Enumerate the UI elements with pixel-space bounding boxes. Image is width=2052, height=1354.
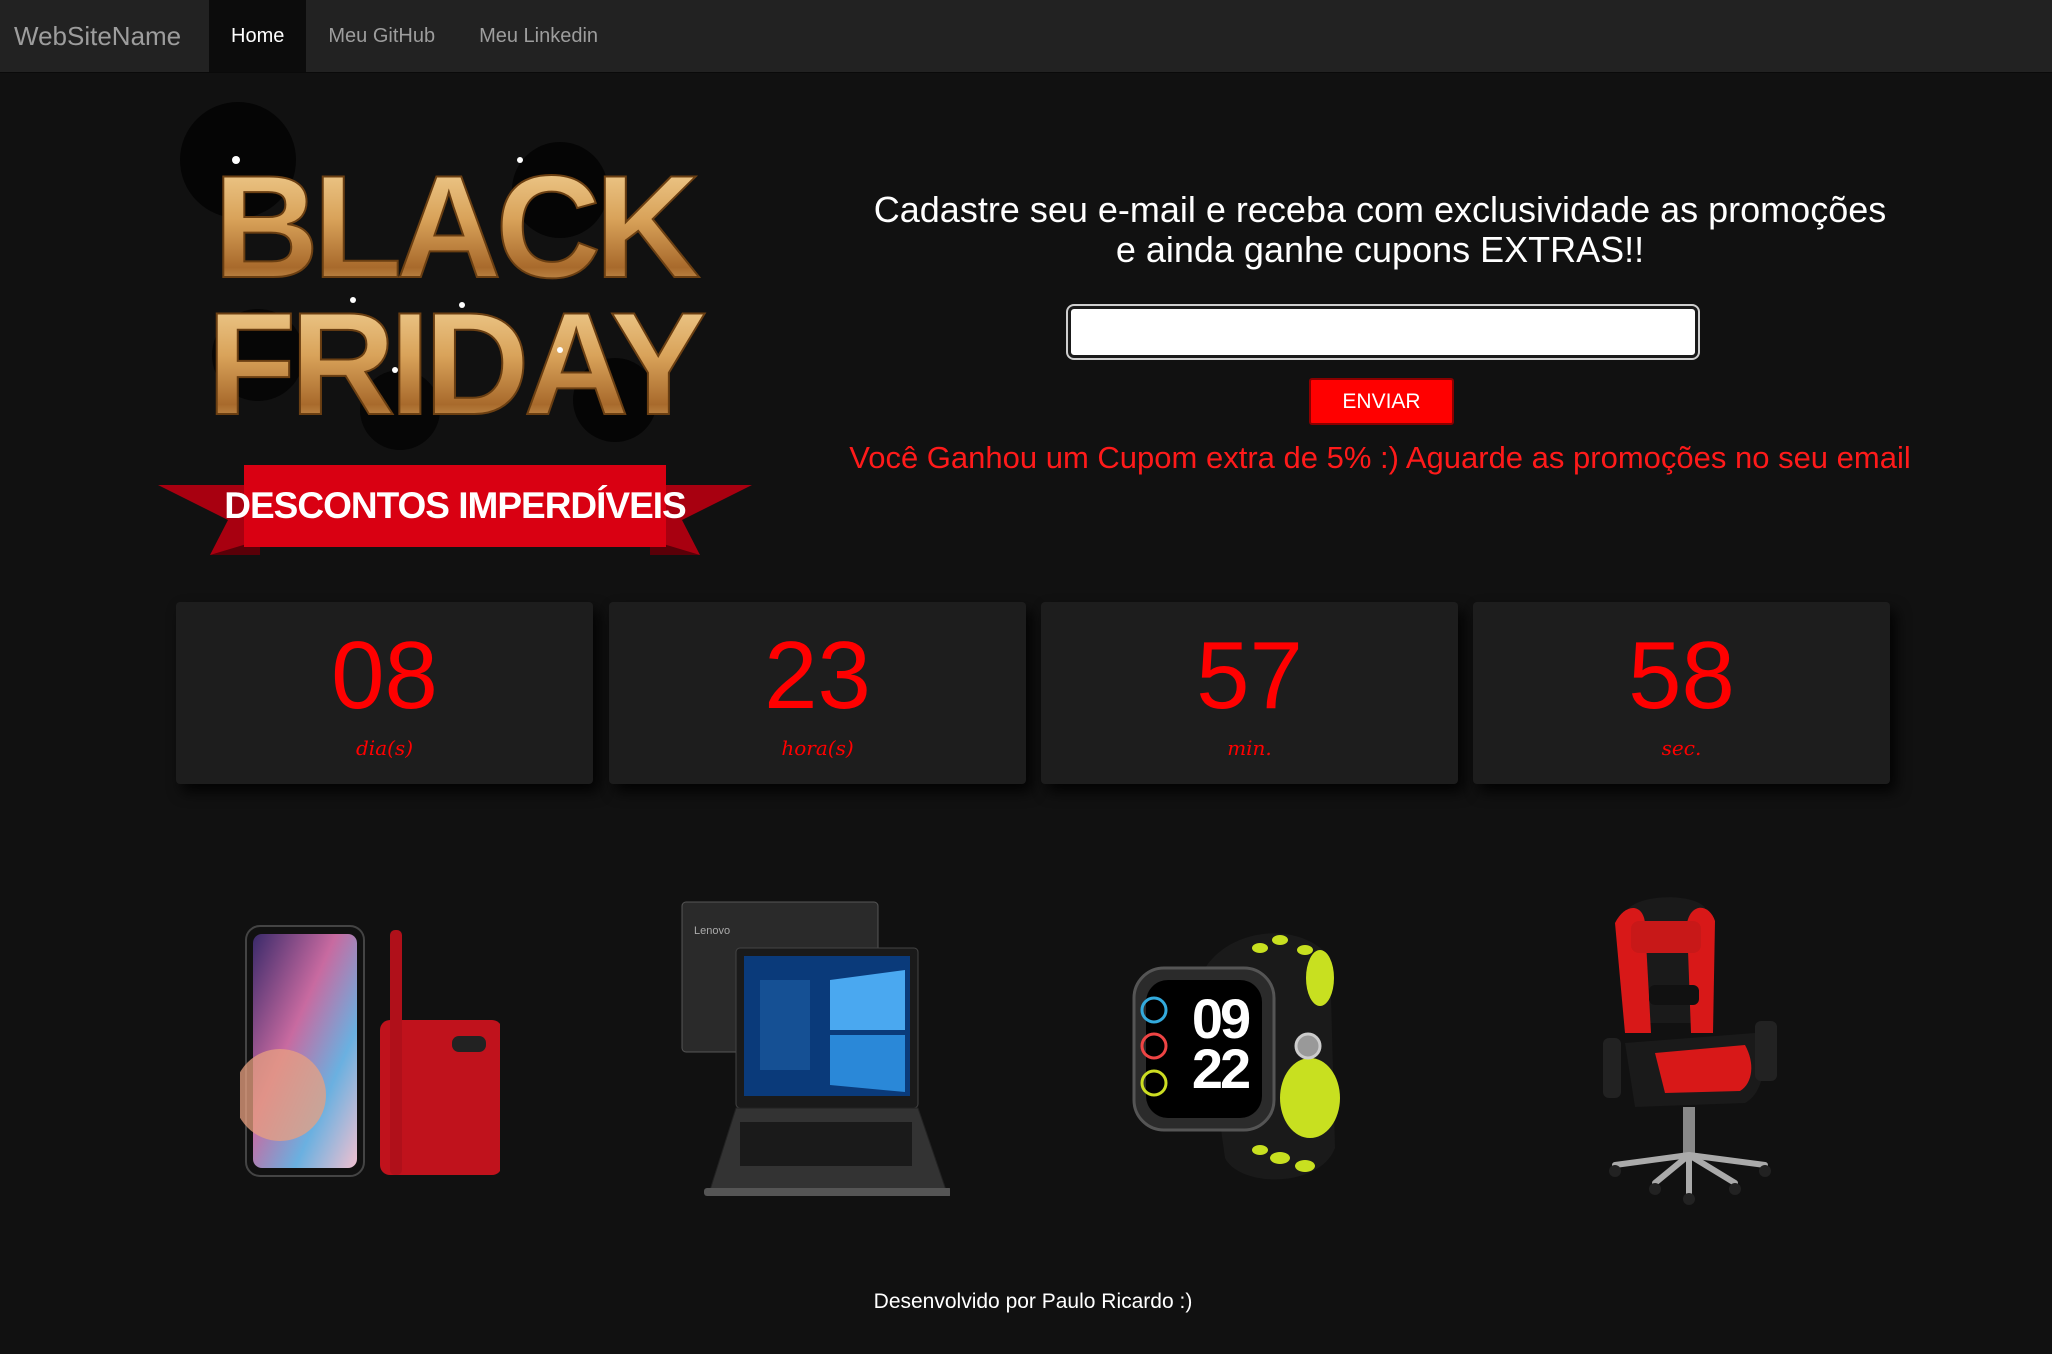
site-brand[interactable]: WebSiteName <box>0 0 209 72</box>
signup-heading-line-1: Cadastre seu e-mail e receba com exclusi… <box>873 189 1887 230</box>
countdown-days-label: dia(s) <box>356 736 413 760</box>
black-friday-logo: BLACK FRIDAY DESCONTOS IMPERDÍVEIS <box>158 102 752 555</box>
send-button[interactable]: ENVIAR <box>1309 378 1454 425</box>
laptop-product-image[interactable]: Lenovo <box>680 900 950 1200</box>
smartphone-product-image[interactable] <box>240 920 500 1180</box>
countdown-seconds-label: sec. <box>1661 736 1702 760</box>
chair-base <box>1612 1152 1768 1196</box>
countdown-seconds: 58 sec. <box>1473 602 1890 784</box>
countdown-minutes-value: 57 <box>1196 622 1303 729</box>
coupon-success-message: Você Ganhou um Cupom extra de 5% :) Agua… <box>849 440 1911 475</box>
nav-item-linkedin[interactable]: Meu Linkedin <box>457 0 620 72</box>
countdown-minutes-label: min. <box>1227 736 1272 760</box>
countdown-minutes: 57 min. <box>1041 602 1458 784</box>
nav-item-home[interactable]: Home <box>209 0 307 72</box>
countdown-days-value: 08 <box>331 622 438 729</box>
smartwatch-product-image[interactable]: 09 22 <box>1130 918 1360 1188</box>
countdown-hours-label: hora(s) <box>781 736 854 760</box>
countdown-hours-value: 23 <box>764 622 871 729</box>
watch-minutes: 22 <box>1192 1037 1249 1100</box>
footer-credits: Desenvolvido por Paulo Ricardo :) <box>873 1290 1193 1313</box>
top-navbar: WebSiteName Home Meu GitHub Meu Linkedin <box>0 0 2052 73</box>
countdown-days: 08 dia(s) <box>176 602 593 784</box>
signup-heading: Cadastre seu e-mail e receba com exclusi… <box>820 190 1940 270</box>
logo-word-friday: FRIDAY <box>207 282 706 445</box>
email-field[interactable] <box>1068 306 1698 358</box>
svg-text:Lenovo: Lenovo <box>694 925 730 937</box>
gaming-chair-product-image[interactable] <box>1595 893 1795 1208</box>
signup-heading-line-2: e ainda ganhe cupons EXTRAS!! <box>1115 229 1645 270</box>
ribbon-text: DESCONTOS IMPERDÍVEIS <box>224 485 686 526</box>
ribbon-banner: DESCONTOS IMPERDÍVEIS <box>158 465 752 555</box>
countdown-seconds-value: 58 <box>1628 622 1735 729</box>
countdown-hours: 23 hora(s) <box>609 602 1026 784</box>
nav-item-github[interactable]: Meu GitHub <box>306 0 457 72</box>
countdown-timer: 08 dia(s) 23 hora(s) 57 min. 58 sec. <box>176 602 1892 784</box>
